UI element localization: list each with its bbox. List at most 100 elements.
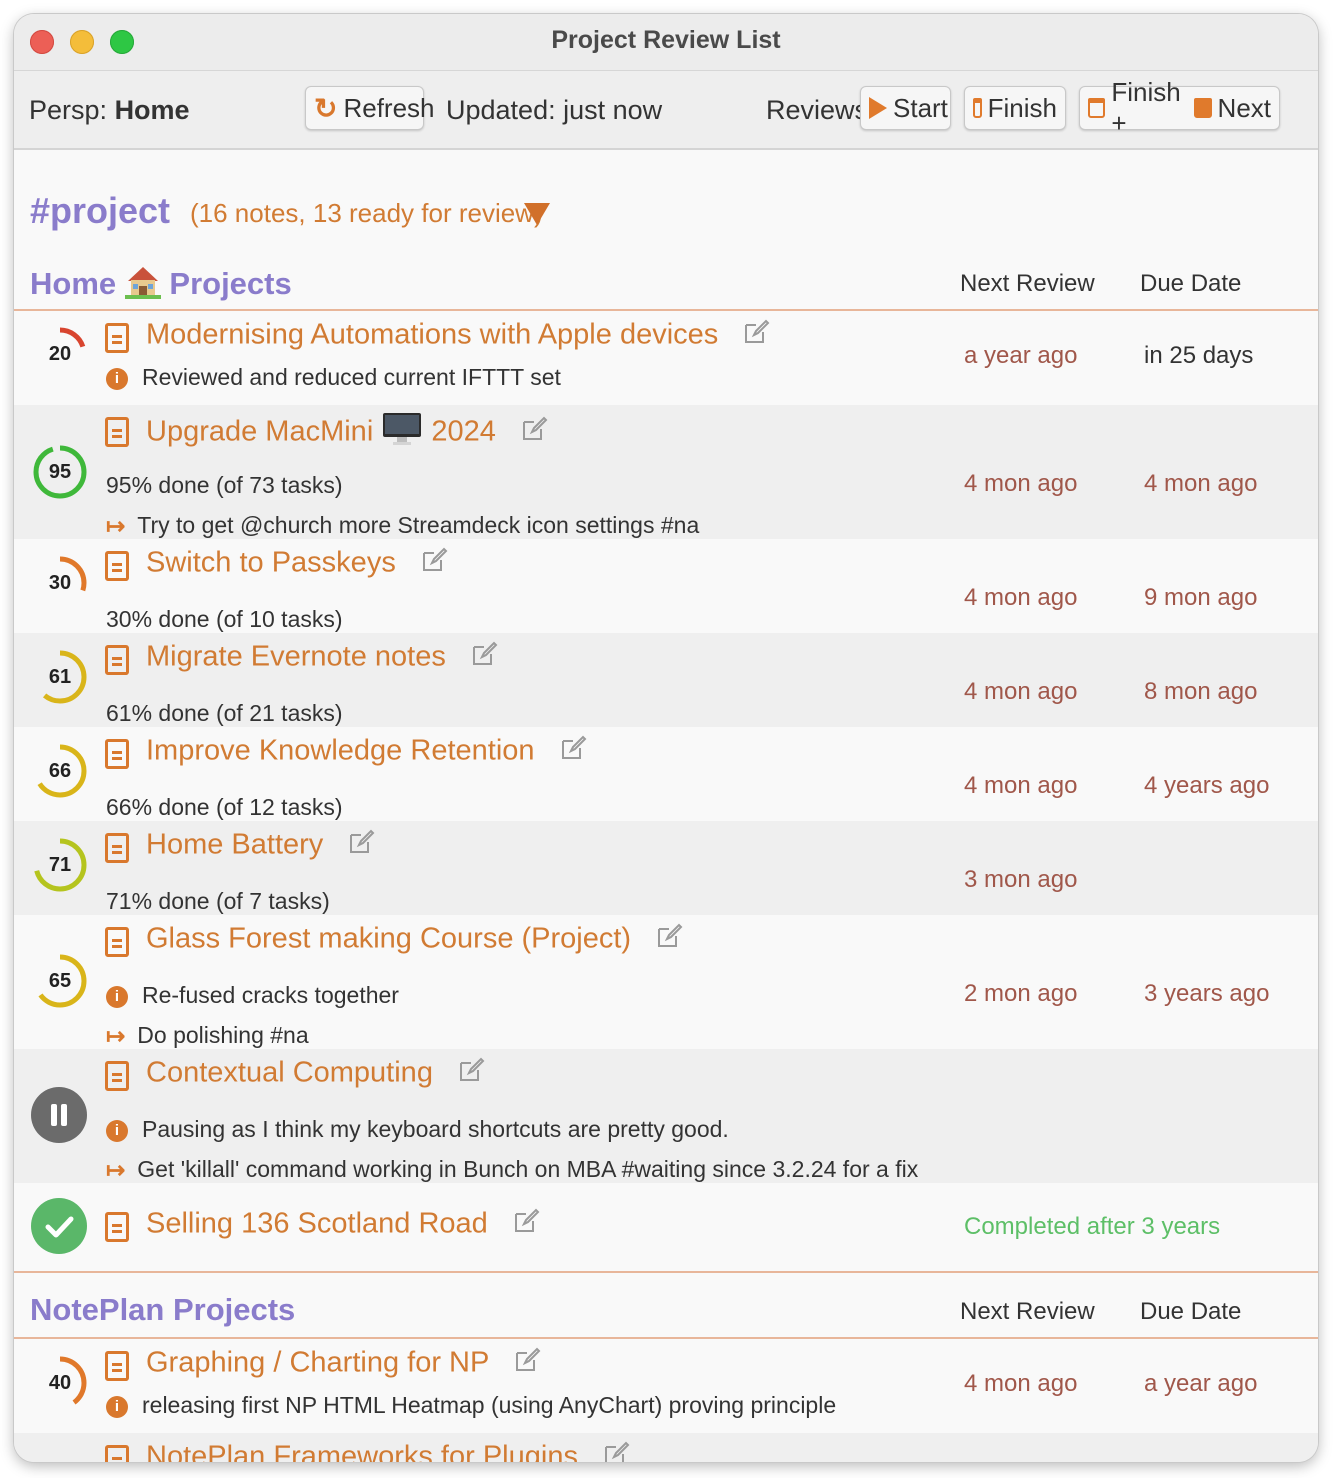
next-action-text: Do polishing #na	[137, 1022, 309, 1048]
desktop-computer-icon	[381, 412, 423, 454]
next-review-value: 2 mon ago	[964, 980, 1078, 1007]
completed-status: Completed after 3 years	[964, 1213, 1221, 1240]
project-row: 65 Glass Forest making Course (Project) …	[14, 915, 1318, 1049]
next-action-icon: ↦	[106, 1023, 126, 1050]
note-icon	[105, 1351, 129, 1381]
note-icon	[105, 739, 129, 769]
start-review-button[interactable]: Start	[860, 86, 951, 130]
house-emoji-icon	[124, 264, 161, 308]
info-text: Pausing as I think my keyboard shortcuts…	[142, 1116, 729, 1142]
progress-number: 65	[48, 970, 72, 992]
progress-number: 95	[48, 461, 72, 483]
due-date-value: in 25 days	[1144, 342, 1254, 369]
perspective-label: Persp:	[29, 95, 108, 125]
progress-detail: 30% done (of 10 tasks)	[106, 606, 343, 632]
next-label: Next	[1217, 92, 1272, 123]
project-title: Selling 136 Scotland Road	[146, 1207, 488, 1240]
completed-check-icon	[31, 1198, 87, 1254]
project-title: Home Battery	[146, 828, 324, 861]
edit-icon[interactable]	[513, 1346, 541, 1382]
note-icon	[105, 551, 129, 581]
edit-icon[interactable]	[420, 546, 448, 582]
progress-number: 20	[48, 343, 72, 365]
note-icon	[105, 645, 129, 675]
note-icon	[105, 1061, 129, 1091]
next-review-value: 4 mon ago	[964, 470, 1078, 497]
project-title-link[interactable]: Selling 136 Scotland Road	[146, 1207, 540, 1243]
progress-number: 30	[48, 572, 72, 594]
project-info: i Reviewed and reduced current IFTTT set	[106, 364, 561, 391]
refresh-icon: ↻	[314, 92, 338, 124]
due-date-value: a year ago	[1144, 1370, 1258, 1397]
finish-review-label: Finish	[987, 92, 1057, 123]
note-icon	[105, 417, 129, 447]
section-title-suffix: Projects	[169, 266, 292, 302]
refresh-button-label: Refresh	[343, 92, 435, 123]
project-title-link[interactable]: Migrate Evernote notes	[146, 640, 498, 676]
edit-icon[interactable]	[655, 922, 683, 958]
due-date-value: 9 mon ago	[1144, 584, 1258, 611]
next-review-value: 4 mon ago	[964, 584, 1078, 611]
project-title: Modernising Automations with Apple devic…	[146, 318, 719, 351]
paused-icon	[31, 1087, 87, 1143]
calendar-next-icon	[1194, 98, 1212, 118]
project-row: 61 Migrate Evernote notes 61% done (of 2…	[14, 633, 1318, 727]
next-review-value: 3 mon ago	[964, 866, 1078, 893]
project-title-link[interactable]: Upgrade MacMini 2024	[146, 412, 548, 454]
project-title-link[interactable]: Glass Forest making Course (Project)	[146, 922, 683, 958]
section-title-text: Home	[30, 266, 117, 302]
collapse-toggle-icon[interactable]	[524, 203, 550, 225]
project-row: Selling 136 Scotland Road Completed afte…	[14, 1183, 1318, 1271]
note-icon	[105, 927, 129, 957]
next-action-text: Try to get @church more Streamdeck icon …	[137, 512, 700, 538]
refresh-button[interactable]: ↻ Refresh	[305, 86, 435, 130]
project-title-link[interactable]: Improve Knowledge Retention	[146, 734, 587, 770]
project-row: 66 Improve Knowledge Retention 66% done …	[14, 727, 1318, 821]
finish-and-next-button[interactable]: Finish + Next	[1079, 77, 1280, 138]
finish-review-button[interactable]: Finish	[964, 86, 1066, 130]
project-title-link[interactable]: Switch to Passkeys	[146, 546, 448, 582]
next-review-value: a year ago	[964, 342, 1078, 369]
edit-icon[interactable]	[457, 1056, 485, 1092]
project-title-link[interactable]: Graphing / Charting for NP	[146, 1346, 541, 1382]
info-text: Re-fused cracks together	[142, 982, 399, 1008]
finish-plus-label: Finish +	[1111, 77, 1181, 138]
note-icon	[105, 1212, 129, 1242]
project-title-link[interactable]: NotePlan Frameworks for Plugins	[146, 1440, 630, 1462]
project-row: 20 Modernising Automations with Apple de…	[14, 311, 1318, 405]
info-text: releasing first NP HTML Heatmap (using A…	[142, 1392, 837, 1418]
project-info: i releasing first NP HTML Heatmap (using …	[106, 1392, 836, 1419]
project-title-link[interactable]: Contextual Computing	[146, 1056, 485, 1092]
next-action: ↦ Get 'killall' command working in Bunch …	[106, 1156, 918, 1184]
next-review-value: 4 mon ago	[964, 1370, 1078, 1397]
project-row: Contextual Computing i Pausing as I think…	[14, 1049, 1318, 1183]
window-title: Project Review List	[551, 26, 781, 54]
progress-detail: 61% done (of 21 tasks)	[106, 700, 343, 726]
project-info: i Re-fused cracks together	[106, 982, 399, 1009]
edit-icon[interactable]	[520, 415, 548, 451]
project-row: 40 Graphing / Charting for NP i releasing…	[14, 1339, 1318, 1433]
app-window: Project Review List Persp: Home ↻ Refres…	[14, 14, 1318, 1462]
note-icon	[105, 323, 129, 353]
section-title-home: Home Projects	[30, 264, 292, 308]
edit-icon[interactable]	[742, 318, 770, 354]
due-date-value: 4 years ago	[1144, 772, 1270, 799]
tag-summary: (16 notes, 13 ready for review)	[190, 198, 543, 228]
tag-heading: #project	[30, 190, 171, 231]
note-icon	[105, 1445, 129, 1462]
next-action-icon: ↦	[106, 1157, 126, 1184]
edit-icon[interactable]	[559, 734, 587, 770]
toolbar: Persp: Home ↻ Refresh Updated: just now …	[14, 71, 1318, 150]
project-title-link[interactable]: Home Battery	[146, 828, 375, 864]
calendar-check-icon	[1088, 98, 1106, 118]
edit-icon[interactable]	[602, 1440, 630, 1462]
edit-icon[interactable]	[512, 1207, 540, 1243]
project-title-link[interactable]: Modernising Automations with Apple devic…	[146, 318, 770, 354]
perspective-value: Home	[114, 95, 190, 125]
edit-icon[interactable]	[347, 828, 375, 864]
title-bar: Project Review List	[14, 14, 1318, 71]
due-date-value: 3 years ago	[1144, 980, 1270, 1007]
next-review-value: 4 mon ago	[964, 772, 1078, 799]
edit-icon[interactable]	[470, 640, 498, 676]
info-icon: i	[106, 367, 128, 390]
